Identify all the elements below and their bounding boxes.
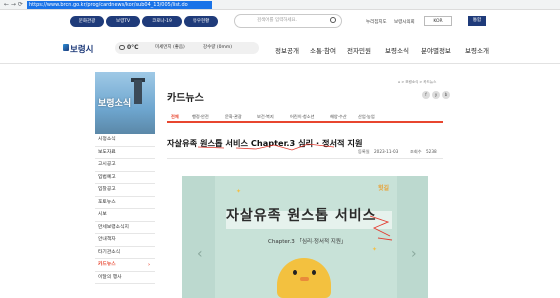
sidebar-item-bids[interactable]: 입찰공고 [95,184,155,197]
dust-level: 미세먼지 (좋음) [155,45,185,50]
pill-status[interactable]: 유우현황 [184,16,218,27]
blog-share-icon[interactable]: b [442,91,450,99]
sidebar-item-gazette[interactable]: 시보 [95,209,155,222]
date-label: 등록일 [358,149,370,154]
mascot-eye [293,270,297,275]
sidebar-item-city-news[interactable]: 시정소식 [95,134,155,147]
city-logo[interactable]: 보령시 [70,43,93,55]
language-select[interactable]: KOR [424,16,452,26]
pill-covid[interactable]: 코로나-19 [142,16,182,27]
sidebar-item-label: 카드뉴스 [98,262,116,267]
facebook-share-icon[interactable]: f [422,91,430,99]
menu-news[interactable]: 보령소식 [385,45,409,55]
tab-marine[interactable]: 해양·수산 [330,114,347,120]
browser-nav-icons[interactable]: ← → ⟳ [4,1,23,8]
menu-participation[interactable]: 소통·참여 [310,45,336,55]
page-title: 카드뉴스 [167,93,204,104]
tab-youth[interactable]: 어린이·청소년 [290,114,314,120]
cloud-icon [119,45,125,50]
council-link[interactable]: 보령시의회 [394,19,415,25]
menu-about[interactable]: 보령소개 [465,45,489,55]
views-count: 5238 [426,149,437,154]
next-slide-icon[interactable]: › [411,246,417,262]
tab-all[interactable]: 전체 [171,114,179,120]
sidebar-item-other-agencies[interactable]: 타기관소식 [95,247,155,259]
breadcrumb: ⌂ > 보령소식 > 카드뉴스 [398,80,437,84]
sidebar-item-legislation[interactable]: 입법예고 [95,172,155,184]
menu-info-disclosure[interactable]: 정보공개 [275,45,299,55]
menu-field-info[interactable]: 분야별정보 [421,45,451,55]
menu-civil-service[interactable]: 전자민원 [347,45,371,55]
sidebar-title: 보령소식 [98,99,132,109]
rainfall: 강수량 (0mm) [203,45,232,50]
chevron-right-icon: › [147,262,150,268]
sidebar-item-notices[interactable]: 고시공고 [95,159,155,172]
temperature: 0°C [127,44,139,51]
city-logo-icon[interactable] [63,44,69,51]
url-field[interactable]: https://www.brcn.go.kr/prog/cardnews/kor… [27,1,212,9]
red-annotation-scribble [197,143,335,151]
card-brand-logo: 힛길 [378,185,390,192]
card-subtitle: Chapter.3 「심리·정서적 지원」 [268,239,347,245]
search-input[interactable]: 검색어를 입력하세요. [234,14,342,28]
post-date: 2023-11-03 [374,149,399,154]
sidebar-item-card-news[interactable]: 카드뉴스 › [95,259,155,272]
prev-slide-icon[interactable]: ‹ [197,246,203,262]
red-annotation-mark [369,215,393,241]
sidebar-menu: 시정소식 보도자료 고시공고 입법예고 입찰공고 포토뉴스 시보 만세보령소식지… [95,134,155,284]
weather-widget: 0°C 미세먼지 (좋음) 강수량 (0mm) [115,42,259,54]
divider [167,158,443,159]
browser-address-bar: ← → ⟳ https://www.brcn.go.kr/prog/cardne… [0,0,560,10]
views-label: 조회수 [410,149,422,154]
mascot-beak [300,277,309,281]
sidebar-item-photo-news[interactable]: 포토뉴스 [95,197,155,209]
tab-industry-agriculture[interactable]: 산업·농업 [358,114,375,120]
sidebar-item-newsletter[interactable]: 만세보령소식지 [95,222,155,234]
sidebar-item-brochure[interactable]: 안내책자 [95,234,155,247]
twitter-share-icon[interactable]: y [432,91,440,99]
tab-culture-tourism[interactable]: 문화·관광 [225,114,242,120]
tab-health-welfare[interactable]: 보건·복지 [257,114,274,120]
search-icon[interactable] [330,17,336,23]
tab-admin-safety[interactable]: 행정·안전 [192,114,209,120]
star-decoration-icon: ✦ [236,188,242,195]
sitemap-link[interactable]: 누리집지도 [366,19,387,25]
sidebar-item-events[interactable]: 이달의 행사 [95,272,155,284]
mascot-eye [312,270,316,275]
star-decoration-icon: ✦ [372,246,378,253]
lighthouse-graphic [134,80,142,104]
pill-culture-tourism[interactable]: 문화관광 [70,16,104,27]
integrated-menu-button[interactable]: 통합 [468,16,486,26]
pill-boryeong-tv[interactable]: 보령TV [106,16,140,27]
sidebar-item-press[interactable]: 보도자료 [95,147,155,159]
